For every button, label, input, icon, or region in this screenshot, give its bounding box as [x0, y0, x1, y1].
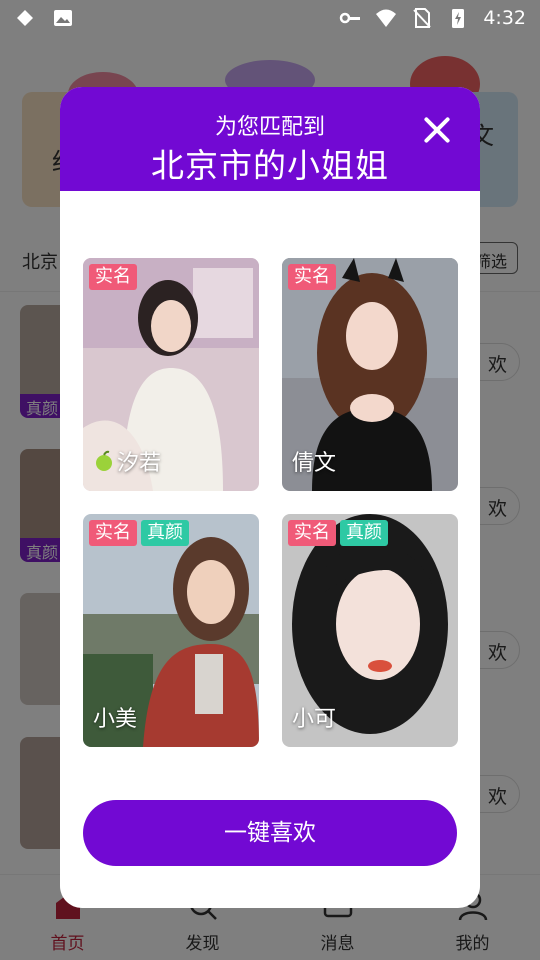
profile-name-text: 汐若 [117, 451, 162, 476]
profile-card[interactable]: 实名 真颜 小可 [282, 514, 458, 747]
profile-name: 倩文 [292, 445, 336, 477]
profile-name: 汐若 [93, 445, 161, 477]
wifi-icon [376, 9, 397, 27]
image-icon [54, 10, 72, 26]
modal-header: 为您匹配到 北京市的小姐姐 [60, 87, 480, 191]
profile-name: 小可 [292, 701, 336, 733]
badge-group: 实名 真颜 [288, 520, 388, 546]
profile-name: 小美 [93, 701, 137, 733]
clock: 4:32 [483, 7, 526, 29]
modal-title: 北京市的小姐姐 [151, 146, 389, 185]
battery-charging-icon [452, 9, 465, 28]
badge-group: 实名 [288, 264, 336, 290]
real-face-badge: 真颜 [340, 520, 388, 546]
signal-app-icon [17, 10, 33, 26]
close-icon[interactable] [422, 115, 452, 145]
key-icon [340, 12, 361, 24]
profile-name-text: 小可 [292, 707, 337, 732]
like-all-button[interactable]: 一键喜欢 [83, 800, 457, 866]
match-modal: 为您匹配到 北京市的小姐姐 实名 汐若 实名 倩文 实名 真颜 小美 实名 真颜… [60, 87, 480, 908]
real-face-badge: 真颜 [141, 520, 189, 546]
real-name-badge: 实名 [288, 264, 336, 290]
badge-group: 实名 [89, 264, 137, 290]
real-name-badge: 实名 [89, 520, 137, 546]
profile-name-text: 小美 [93, 707, 138, 732]
status-bar: 4:32 [0, 0, 540, 36]
modal-subtitle: 为您匹配到 [214, 115, 325, 140]
profile-card[interactable]: 实名 倩文 [282, 258, 458, 491]
real-name-badge: 实名 [89, 264, 137, 290]
badge-group: 实名 真颜 [89, 520, 189, 546]
profile-card[interactable]: 实名 真颜 小美 [83, 514, 259, 747]
apple-icon [96, 450, 112, 471]
profile-card[interactable]: 实名 汐若 [83, 258, 259, 491]
real-name-badge: 实名 [288, 520, 336, 546]
no-sim-icon [413, 8, 432, 28]
profile-name-text: 倩文 [292, 451, 337, 476]
